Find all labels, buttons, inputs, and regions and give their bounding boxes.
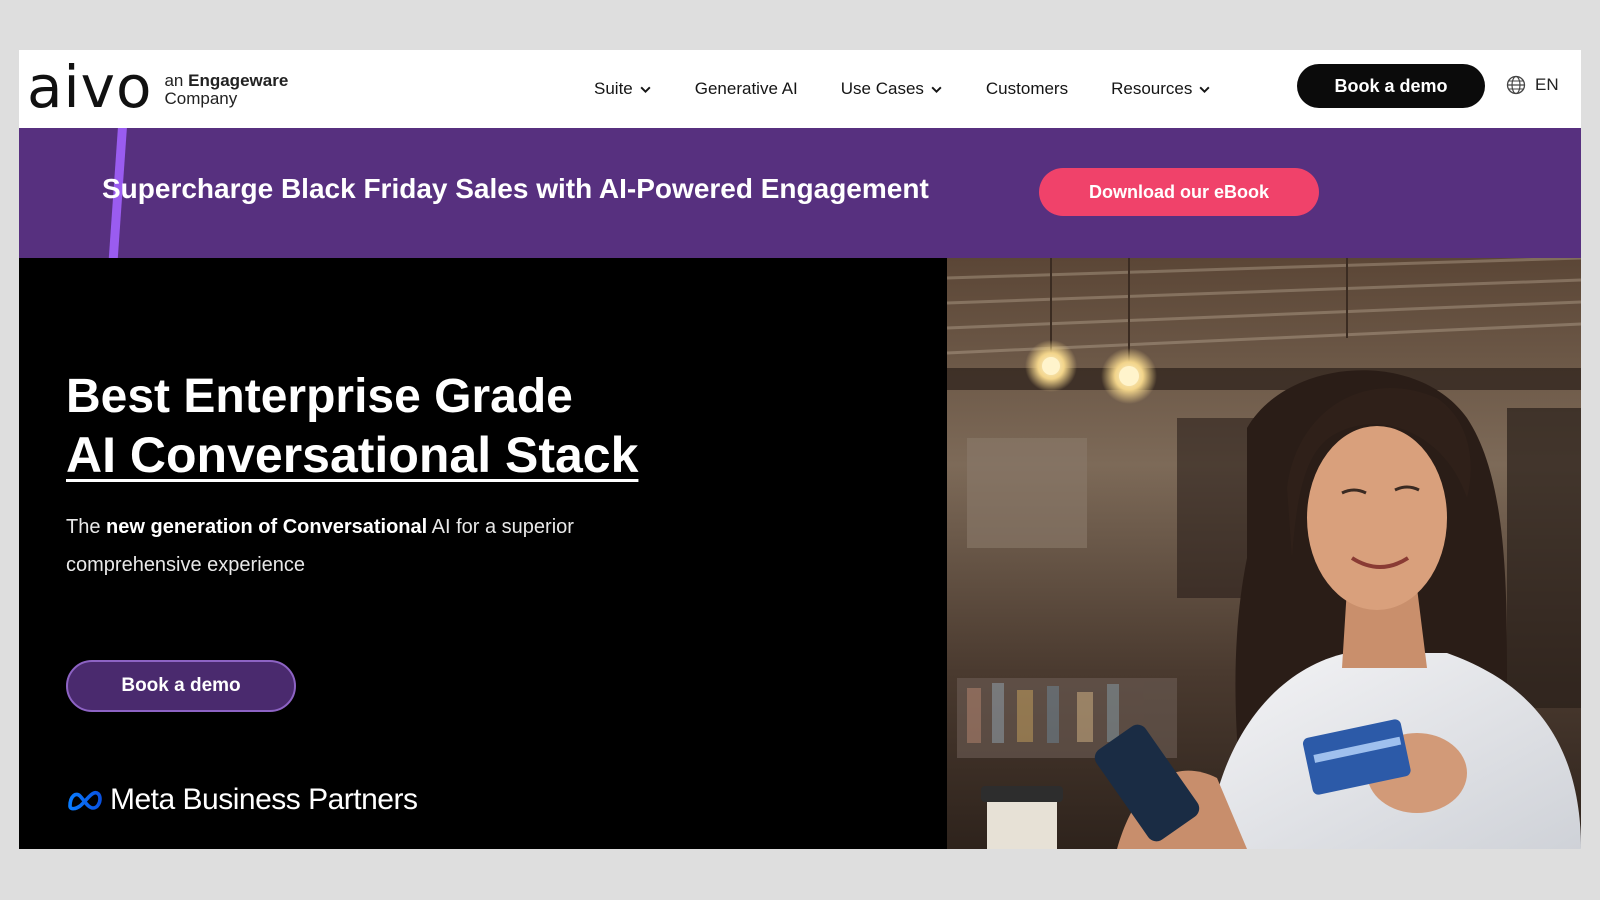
nav-item-use-cases[interactable]: Use Cases — [841, 79, 943, 99]
logo-tag-prefix: an — [164, 71, 184, 90]
logo-wordmark: aivo — [27, 53, 153, 121]
language-selector[interactable]: EN — [1506, 75, 1559, 95]
chevron-down-icon — [931, 86, 942, 93]
hero-title-line1: Best Enterprise Grade — [66, 370, 573, 423]
logo-tagline: an Engageware Company — [164, 72, 288, 108]
hero-subtitle-pre: The — [66, 516, 101, 538]
nav-item-suite[interactable]: Suite — [594, 79, 652, 99]
book-demo-button-hero[interactable]: Book a demo — [66, 660, 296, 712]
logo-tag-brand: Engageware — [188, 71, 289, 90]
hero-subtitle-bold: new generation of Conversational — [106, 516, 428, 538]
logo-tag-suffix: Company — [164, 89, 238, 108]
hero-section: Best Enterprise Grade AI Conversational … — [19, 258, 947, 849]
nav-item-customers[interactable]: Customers — [986, 79, 1068, 99]
nav-item-generative-ai[interactable]: Generative AI — [695, 79, 798, 99]
nav-item-label: Resources — [1111, 79, 1193, 98]
nav-item-label: Use Cases — [840, 79, 924, 98]
nav-item-resources[interactable]: Resources — [1111, 79, 1211, 99]
meta-partner-badge: Meta Business Partners — [66, 783, 418, 817]
download-ebook-button[interactable]: Download our eBook — [1039, 168, 1319, 216]
promo-banner: Supercharge Black Friday Sales with AI-P… — [19, 128, 1581, 258]
hero-title-line2: AI Conversational Stack — [66, 427, 639, 483]
aivo-logo[interactable]: aivo an Engageware Company — [27, 58, 288, 116]
nav-item-label: Suite — [594, 79, 633, 98]
nav-item-label: Generative AI — [694, 79, 798, 98]
hero-subtitle: The new generation of Conversational AI … — [66, 508, 586, 584]
hero-title: Best Enterprise Grade AI Conversational … — [66, 368, 638, 484]
browser-viewport: aivo an Engageware Company Suite Generat… — [19, 50, 1581, 849]
banner-headline: Supercharge Black Friday Sales with AI-P… — [102, 173, 929, 204]
woman-with-phone-and-credit-card-photo — [947, 258, 1581, 849]
nav-item-label: Customers — [985, 79, 1069, 98]
chevron-down-icon — [1199, 86, 1210, 93]
meta-partner-label: Meta Business Partners — [110, 783, 418, 816]
globe-icon — [1506, 75, 1526, 95]
book-demo-button-header[interactable]: Book a demo — [1297, 64, 1485, 108]
hero-photo — [947, 258, 1581, 849]
site-header: aivo an Engageware Company Suite Generat… — [19, 50, 1581, 128]
language-label: EN — [1535, 75, 1559, 94]
chevron-down-icon — [640, 86, 651, 93]
meta-logo-icon — [68, 790, 102, 811]
main-nav: Suite Generative AI Use Cases Customers … — [594, 50, 1254, 128]
